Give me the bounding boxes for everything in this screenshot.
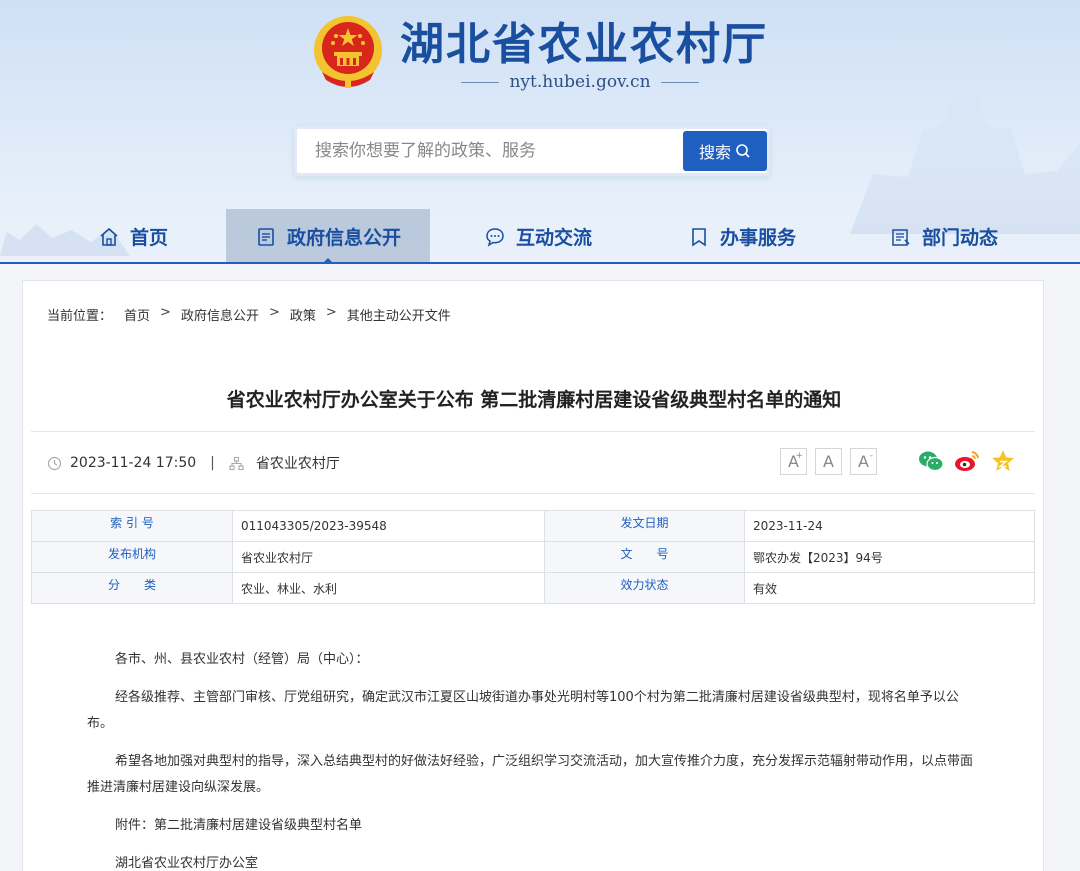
nav-label: 政府信息公开 [286,227,401,249]
site-title: 湖北省农业农村厅 [400,19,768,70]
article-meta: 2023-11-24 17:50 | 省农业农村厅 [47,453,340,473]
divider [31,493,1035,494]
table-row: 分 类 农业、林业、水利 效力状态 有效 [31,572,1035,604]
url-line-right [660,82,699,83]
font-btn-label: A [823,451,834,471]
nav-item-services[interactable]: 办事服务 [644,209,840,264]
nav-item-gov-info[interactable]: 政府信息公开 [226,209,430,264]
breadcrumb-policy[interactable]: 政策 [290,305,316,324]
site-header: 湖北省农业农村厅 nyt.hubei.gov.cn 搜索 首页 [0,0,1080,264]
search-button-label: 搜索 [698,143,731,162]
info-key-index: 索 引 号 [31,510,233,542]
chat-icon [486,227,504,247]
info-value-index: 011043305/2023-39548 [232,510,545,542]
body-paragraph: 希望各地加强对典型村的指导，深入总结典型村的好做法好经验，广泛组织学习交流活动，… [87,754,974,795]
body-paragraph: 经各级推荐、主管部门审核、厅党组研究，确定武汉市江夏区山坡街道办事处光明村等10… [87,690,959,731]
url-line-left [461,82,500,83]
nav-label: 部门动态 [921,227,998,249]
nav-label: 办事服务 [719,227,796,249]
search-box: 搜索 [294,126,770,176]
breadcrumb: 当前位置： 首页 > 政府信息公开 > 政策 > 其他主动公开文件 [47,305,451,324]
national-emblem-icon [314,16,382,88]
document-icon [258,227,274,246]
info-key-category: 分 类 [31,572,233,604]
publish-datetime: 2023-11-24 17:50 [70,455,197,471]
minus-icon: - [869,450,873,461]
table-row: 发布机构 省农业农村厅 文 号 鄂农办发【2023】94号 [31,541,1035,573]
site-url: nyt.hubei.gov.cn [440,70,720,94]
table-row: 索 引 号 011043305/2023-39548 发文日期 2023-11-… [31,510,1035,542]
info-value-status: 有效 [744,572,1035,604]
star-icon[interactable] [989,447,1017,475]
main-nav: 首页 政府信息公开 互动交流 办事服务 部门动态 [0,209,1080,264]
breadcrumb-home[interactable]: 首页 [124,305,150,324]
search-icon [736,144,750,158]
home-icon [100,227,118,246]
search-input[interactable] [297,129,685,173]
wechat-icon[interactable] [917,447,945,475]
body-paragraph-attachment[interactable]: 附件：第二批清廉村居建设省级典型村名单 [87,813,977,839]
breadcrumb-separator: > [325,305,337,320]
info-key-status: 效力状态 [544,572,745,604]
font-btn-label: A [858,451,869,471]
breadcrumb-separator: > [268,305,280,320]
bookmark-icon [692,227,706,246]
info-value-doc-number: 鄂农办发【2023】94号 [744,541,1035,573]
font-size-decrease-button[interactable]: A- [850,447,877,475]
article-card: 当前位置： 首页 > 政府信息公开 > 政策 > 其他主动公开文件 省农业农村厅… [22,280,1044,871]
clock-icon [47,456,62,470]
search-button[interactable]: 搜索 [683,131,767,171]
meta-divider: | [210,455,215,471]
nav-item-news[interactable]: 部门动态 [846,209,1042,264]
font-size-increase-button[interactable]: A + [780,447,807,475]
nav-underline [0,262,1080,264]
article-tools: A + A A- [780,447,1017,475]
info-value-date: 2023-11-24 [744,510,1035,542]
nav-item-home[interactable]: 首页 [40,209,226,264]
nav-label: 互动交流 [515,227,592,249]
site-url-text: nyt.hubei.gov.cn [509,72,651,92]
body-paragraph-salutation: 各市、州、县农业农村（经管）局（中心）： [115,652,369,667]
info-table: 索 引 号 011043305/2023-39548 发文日期 2023-11-… [31,510,1035,604]
info-key-date: 发文日期 [544,510,745,542]
publish-source: 省农业农村厅 [255,456,340,472]
breadcrumb-other-files[interactable]: 其他主动公开文件 [347,305,451,324]
nav-item-interaction[interactable]: 互动交流 [440,209,636,264]
news-icon [892,228,910,246]
org-icon [229,456,244,470]
font-size-reset-button[interactable]: A [815,447,842,475]
divider [31,431,1035,432]
article-title: 省农业农村厅办公室关于公布 第二批清廉村居建设省级典型村名单的通知 [226,389,842,411]
breadcrumb-prefix: 当前位置： [47,309,113,324]
body-paragraph-signature: 湖北省农业农村厅办公室 [115,856,259,871]
plus-icon: + [795,450,803,461]
breadcrumb-separator: > [160,305,171,320]
info-value-category: 农业、林业、水利 [232,572,545,604]
info-value-publisher: 省农业农村厅 [232,541,545,573]
info-key-doc-number: 文 号 [544,541,745,573]
info-key-publisher: 发布机构 [31,541,233,573]
nav-label: 首页 [129,227,168,249]
breadcrumb-gov-info[interactable]: 政府信息公开 [181,305,259,324]
weibo-icon[interactable] [953,447,981,475]
article-body: 各市、州、县农业农村（经管）局（中心）： 经各级推荐、主管部门审核、厅党组研究，… [87,647,977,871]
